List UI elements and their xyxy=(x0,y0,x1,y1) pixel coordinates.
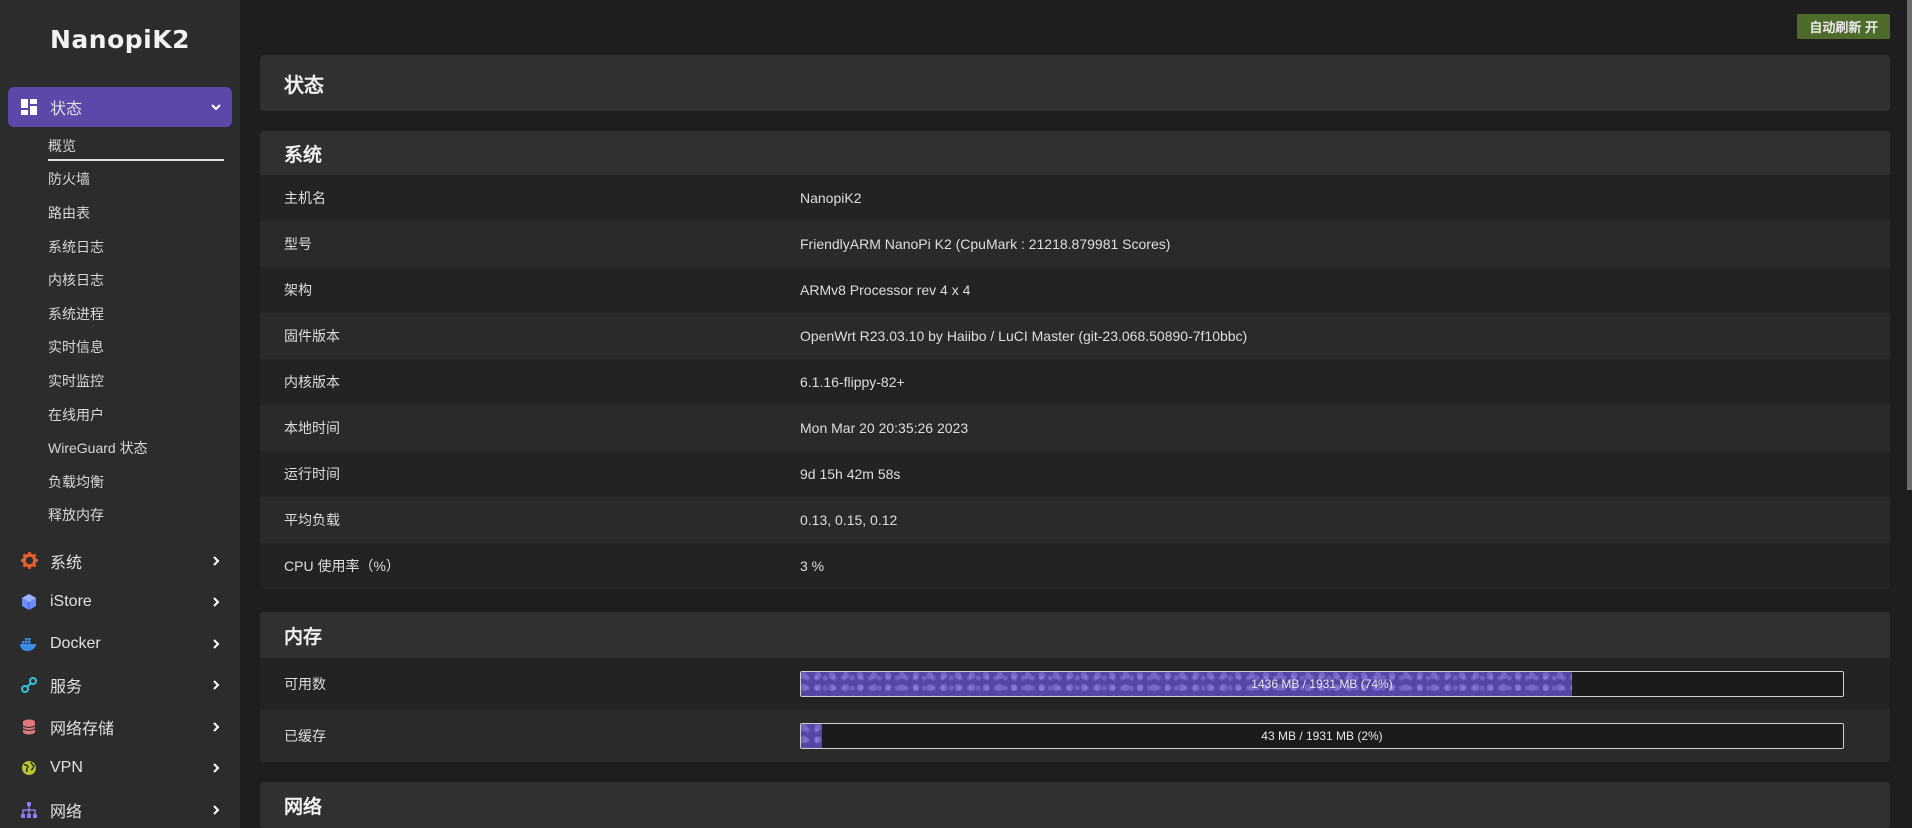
progress-text: 43 MB / 1931 MB (2%) xyxy=(1261,729,1383,743)
sidebar-item-docker[interactable]: Docker xyxy=(8,623,232,665)
chevron-right-icon xyxy=(210,679,222,691)
chevron-right-icon xyxy=(210,804,222,816)
table-row: 架构 ARMv8 Processor rev 4 x 4 xyxy=(260,267,1890,313)
chevron-right-icon xyxy=(210,638,222,650)
sidebar-item-nas[interactable]: 网络存储 xyxy=(8,706,232,748)
table-row: CPU 使用率（%） 3 % xyxy=(260,543,1890,589)
row-key: 本地时间 xyxy=(284,420,340,436)
main-content: 自动刷新 开 状态 系统 主机名 NanopiK2 型号 FriendlyARM N… xyxy=(260,0,1890,828)
chevron-right-icon xyxy=(210,596,222,608)
row-value: NanopiK2 xyxy=(800,190,862,206)
chevron-right-icon xyxy=(210,762,222,774)
row-value: OpenWrt R23.03.10 by Haiibo / LuCI Maste… xyxy=(800,328,1248,344)
submenu-item-realtime-monitor[interactable]: 实时监控 xyxy=(0,364,240,398)
memory-card: 内存 可用数 1436 MB / 1931 MB (74%) 已缓存 43 MB… xyxy=(260,612,1890,762)
row-key: 主机名 xyxy=(284,190,326,206)
gear-icon xyxy=(20,552,38,570)
sidebar: NanopiK2 状态 概览 防火墙 路由表 系统日志 内核日志 系统进程 实时… xyxy=(0,0,240,828)
row-key: 架构 xyxy=(284,282,312,298)
sidebar-item-label: 系统 xyxy=(50,554,83,572)
table-row: 内核版本 6.1.16-flippy-82+ xyxy=(260,359,1890,405)
sidebar-item-status[interactable]: 状态 xyxy=(8,87,232,127)
network-card: 网络 xyxy=(260,782,1890,828)
dashboard-icon xyxy=(20,98,38,116)
memory-cached-progress-bar: 43 MB / 1931 MB (2%) xyxy=(800,723,1844,749)
sidebar-item-system[interactable]: 系统 xyxy=(8,540,232,582)
docker-whale-icon xyxy=(20,635,38,653)
sidebar-item-label: 状态 xyxy=(50,101,83,118)
row-value: 6.1.16-flippy-82+ xyxy=(800,374,905,390)
sidebar-item-network[interactable]: 网络 xyxy=(8,789,232,828)
sidebar-item-label: Docker xyxy=(50,634,101,652)
status-card: 状态 xyxy=(260,55,1890,111)
submenu-item-processes[interactable]: 系统进程 xyxy=(0,297,240,331)
sidebar-item-vpn[interactable]: VPN xyxy=(8,748,232,790)
cube-icon xyxy=(20,593,38,611)
services-link-icon xyxy=(20,676,38,694)
submenu-item-overview[interactable]: 概览 xyxy=(0,129,240,163)
submenu-item-wireguard[interactable]: WireGuard 状态 xyxy=(0,431,240,465)
auto-refresh-button[interactable]: 自动刷新 开 xyxy=(1797,14,1890,39)
table-row: 型号 FriendlyARM NanoPi K2 (CpuMark : 21218… xyxy=(260,221,1890,267)
network-tree-icon xyxy=(20,801,38,819)
submenu-item-load-balance[interactable]: 负载均衡 xyxy=(0,465,240,499)
submenu-item-online-users[interactable]: 在线用户 xyxy=(0,398,240,432)
row-key: 内核版本 xyxy=(284,374,340,390)
system-card: 系统 主机名 NanopiK2 型号 FriendlyARM NanoPi K2 (… xyxy=(260,131,1890,589)
brand-logo: NanopiK2 xyxy=(50,24,190,54)
table-row: 固件版本 OpenWrt R23.03.10 by Haiibo / LuCI M… xyxy=(260,313,1890,359)
submenu-item-firewall[interactable]: 防火墙 xyxy=(0,163,240,197)
table-row: 主机名 NanopiK2 xyxy=(260,175,1890,221)
sidebar-item-label: iStore xyxy=(50,593,92,611)
sidebar-item-label: VPN xyxy=(50,759,83,777)
system-section-title: 系统 xyxy=(260,131,1890,175)
table-row: 已缓存 43 MB / 1931 MB (2%) xyxy=(260,710,1890,762)
database-icon xyxy=(20,718,38,736)
sidebar-item-label: 网络 xyxy=(50,803,83,821)
submenu-item-realtime-info[interactable]: 实时信息 xyxy=(0,331,240,365)
status-submenu: 概览 防火墙 路由表 系统日志 内核日志 系统进程 实时信息 实时监控 在线用户… xyxy=(0,129,240,532)
progress-text: 1436 MB / 1931 MB (74%) xyxy=(1251,677,1393,691)
sidebar-item-istore[interactable]: iStore xyxy=(8,582,232,624)
page-title: 状态 xyxy=(260,55,1890,111)
globe-icon xyxy=(20,759,38,777)
row-key: 运行时间 xyxy=(284,466,340,482)
page-scrollbar[interactable] xyxy=(1907,0,1912,490)
submenu-item-release-memory[interactable]: 释放内存 xyxy=(0,499,240,533)
row-key: 平均负载 xyxy=(284,512,340,528)
sidebar-item-services[interactable]: 服务 xyxy=(8,665,232,707)
table-row: 可用数 1436 MB / 1931 MB (74%) xyxy=(260,658,1890,710)
row-key: 可用数 xyxy=(284,676,326,692)
row-value: 3 % xyxy=(800,558,825,574)
sidebar-item-label: 服务 xyxy=(50,679,83,697)
chevron-right-icon xyxy=(210,555,222,567)
chevron-right-icon xyxy=(210,721,222,733)
submenu-item-syslog[interactable]: 系统日志 xyxy=(0,230,240,264)
submenu-item-routes[interactable]: 路由表 xyxy=(0,196,240,230)
row-value: ARMv8 Processor rev 4 x 4 xyxy=(800,282,971,298)
row-value: 0.13, 0.15, 0.12 xyxy=(800,512,898,528)
row-value: FriendlyARM NanoPi K2 (CpuMark : 21218.8… xyxy=(800,236,1171,252)
memory-section-title: 内存 xyxy=(260,612,1890,658)
submenu-item-kernel-log[interactable]: 内核日志 xyxy=(0,263,240,297)
table-row: 本地时间 Mon Mar 20 20:35:26 2023 xyxy=(260,405,1890,451)
memory-available-progress-bar: 1436 MB / 1931 MB (74%) xyxy=(800,671,1844,697)
row-key: 型号 xyxy=(284,236,312,252)
row-value: Mon Mar 20 20:35:26 2023 xyxy=(800,420,969,436)
network-section-title: 网络 xyxy=(260,782,1890,828)
row-key: 固件版本 xyxy=(284,328,340,344)
table-row: 运行时间 9d 15h 42m 58s xyxy=(260,451,1890,497)
row-value: 9d 15h 42m 58s xyxy=(800,466,901,482)
chevron-down-icon xyxy=(210,101,222,113)
row-key: 已缓存 xyxy=(284,728,326,744)
sidebar-item-label: 网络存储 xyxy=(50,720,115,738)
table-row: 平均负载 0.13, 0.15, 0.12 xyxy=(260,497,1890,543)
row-key: CPU 使用率（%） xyxy=(284,558,400,574)
